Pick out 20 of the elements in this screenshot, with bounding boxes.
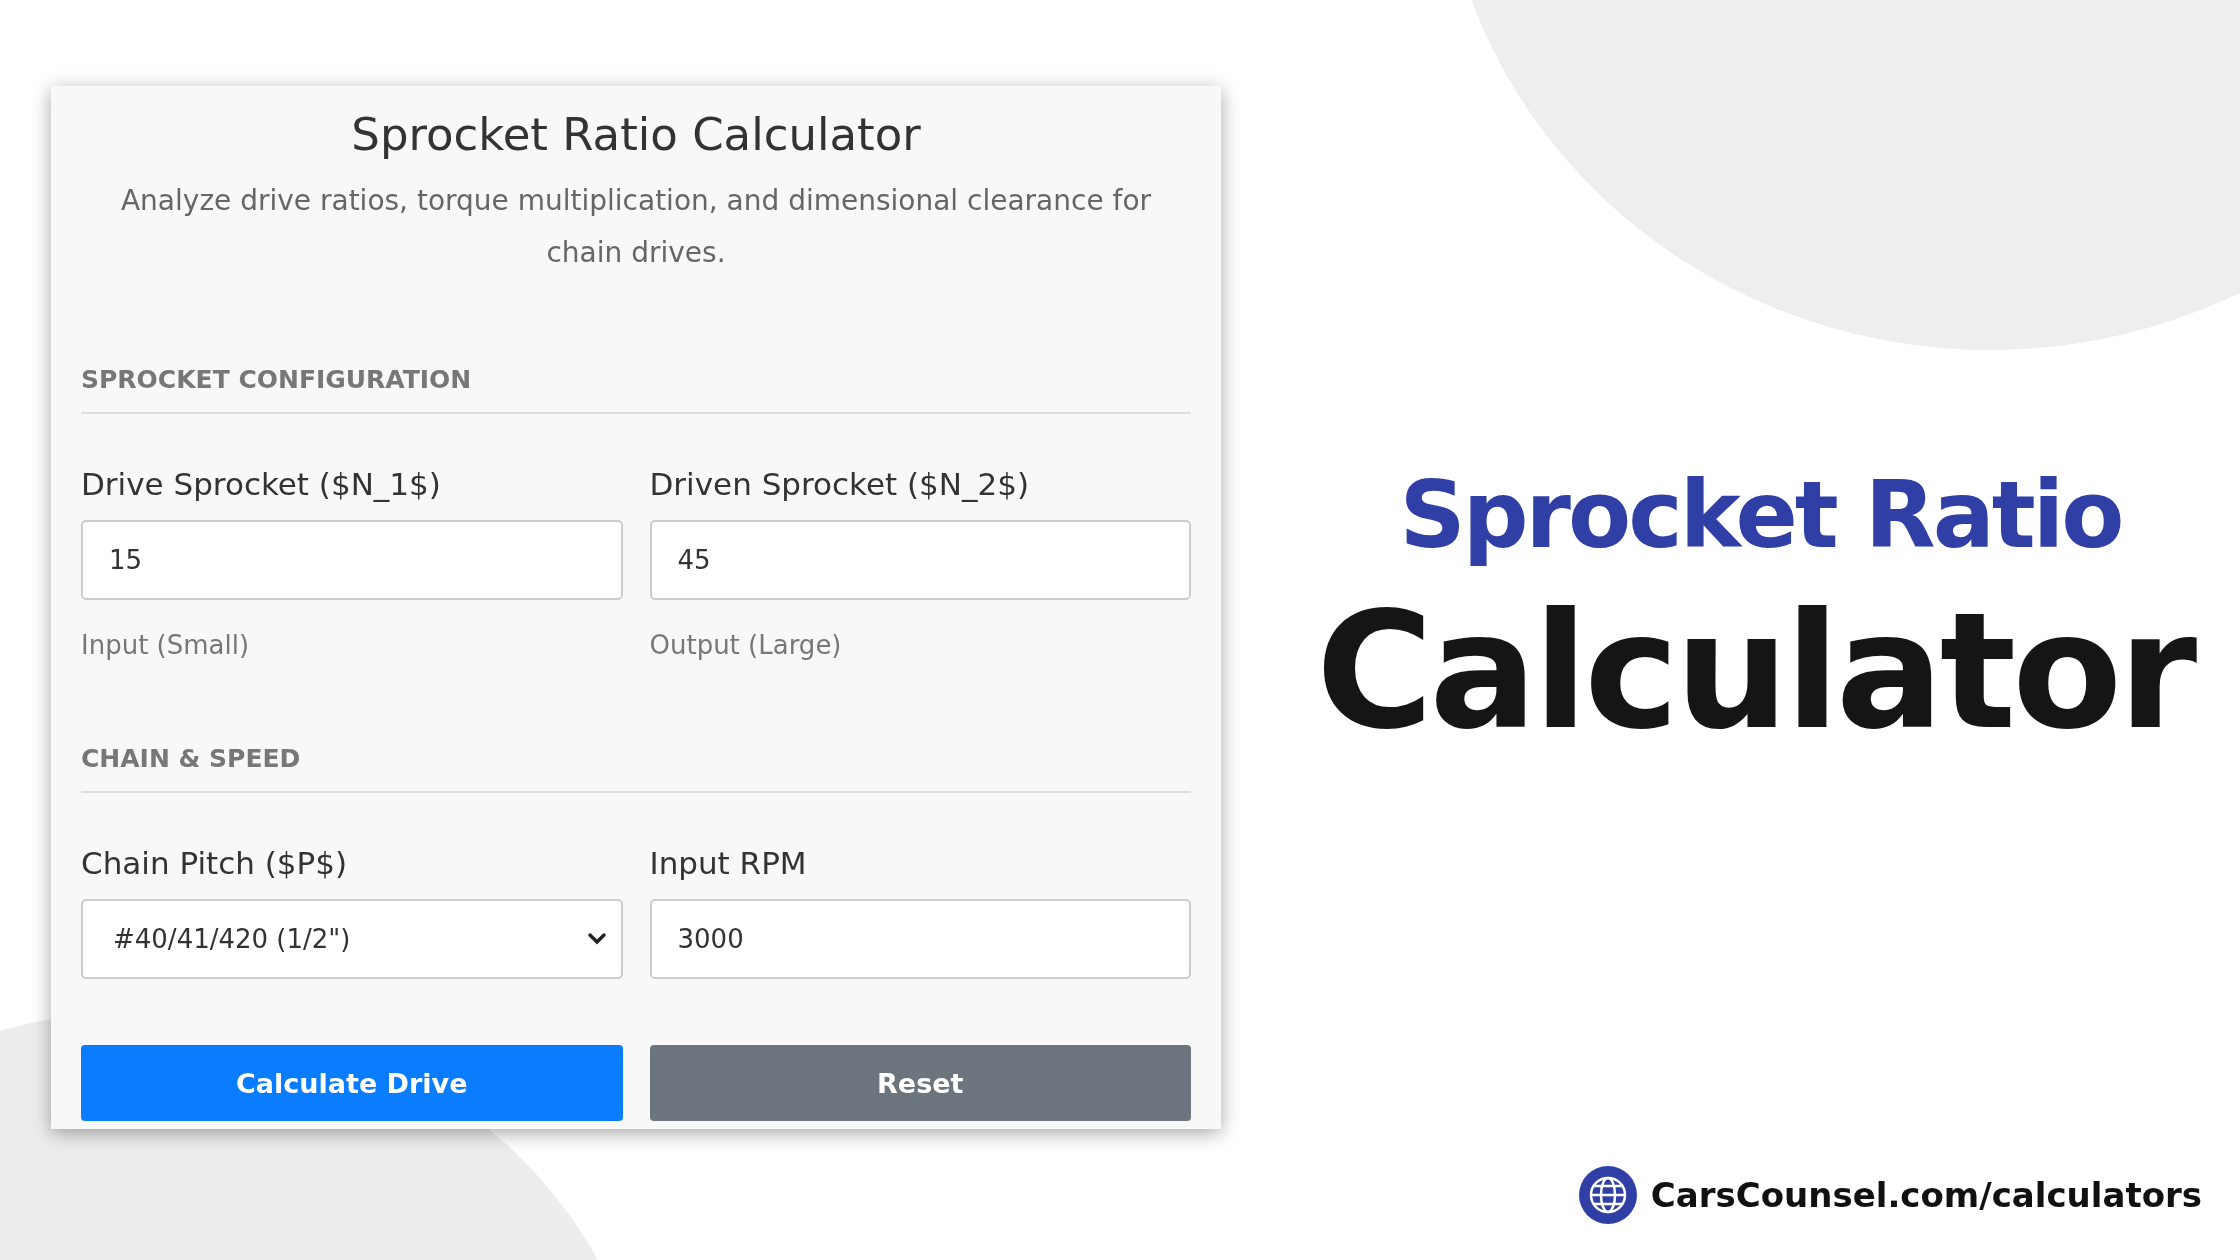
reset-button[interactable]: Reset	[649, 1045, 1191, 1121]
field-label: Chain Pitch ($P$)	[81, 845, 348, 881]
field-hint: Output (Large)	[649, 630, 842, 660]
input-field[interactable]: 15	[81, 520, 623, 600]
promo-title: Calculator	[1315, 592, 2196, 752]
globe-icon	[1578, 1166, 1637, 1224]
pitch-dropdown[interactable]: #40/41/420 (1/2")	[81, 899, 623, 979]
section-heading: SPROCKET CONFIGURATION	[81, 365, 472, 396]
input-field[interactable]: 3000	[649, 899, 1191, 979]
website-url[interactable]: CarsCounsel.com/calculators	[1650, 1175, 2202, 1215]
caret-icon	[586, 932, 607, 946]
field-label: Input RPM	[649, 845, 807, 881]
field-label: Driven Sprocket ($N_2$)	[649, 466, 1030, 502]
calculator-title: Sprocket Ratio Calculator	[350, 108, 922, 161]
field-hint: Input (Small)	[81, 630, 250, 660]
input-field[interactable]: 45	[649, 520, 1191, 600]
section-heading: CHAIN & SPEED	[81, 744, 301, 775]
calculate-button[interactable]: Calculate Drive	[81, 1045, 623, 1121]
calculator-subtitle: Analyze drive ratios, torque multiplication, and dimensional clearance for chain drives.	[119, 183, 1153, 271]
field-label: Drive Sprocket ($N_1$)	[81, 466, 441, 502]
